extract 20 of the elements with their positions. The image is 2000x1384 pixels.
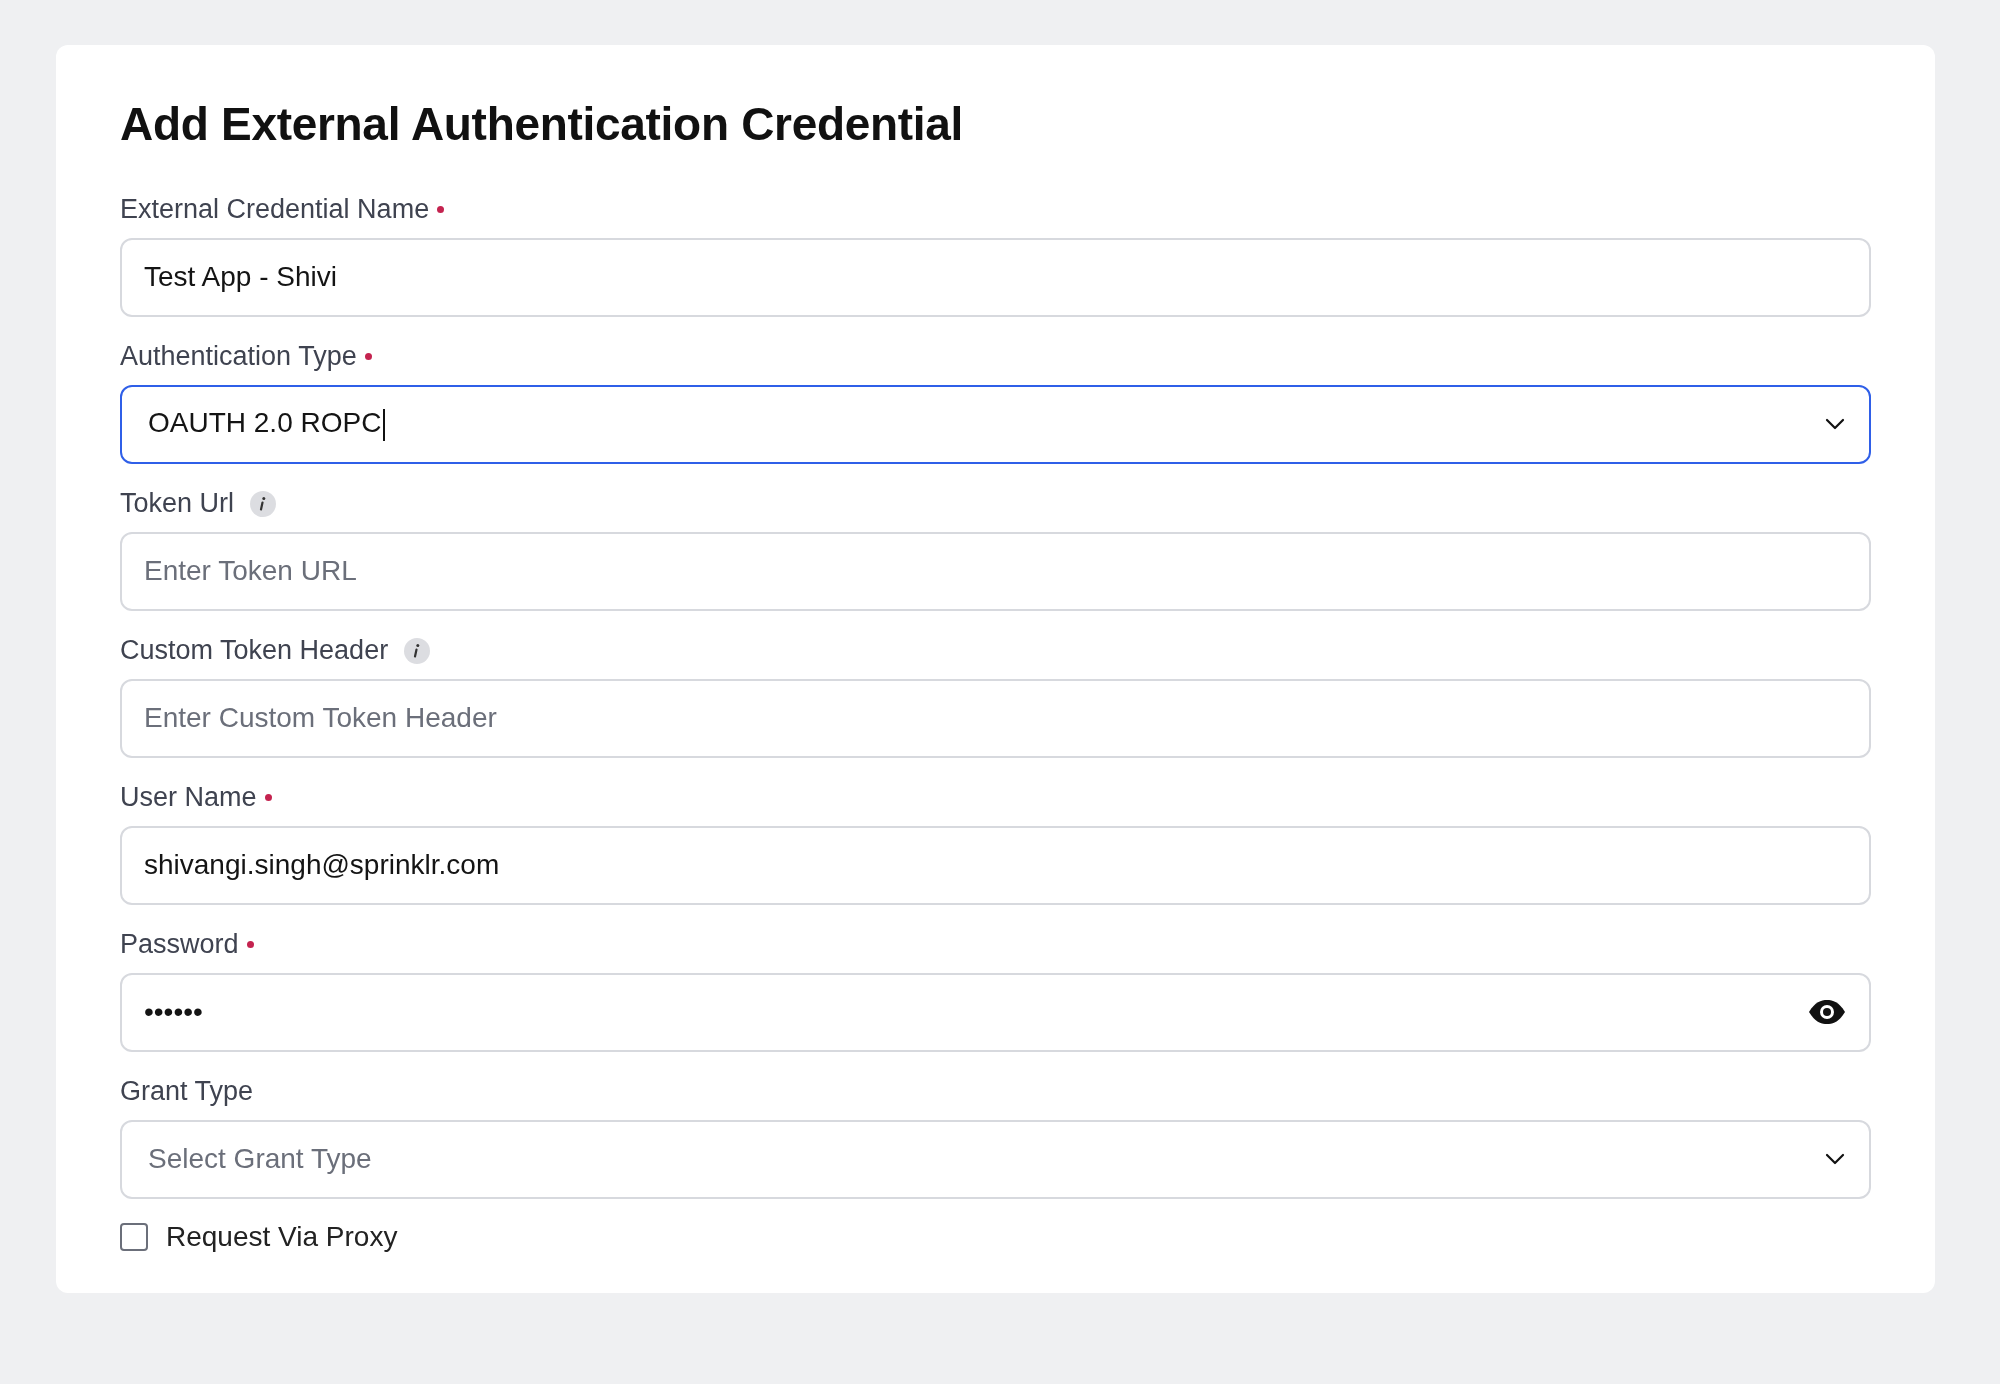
- field-label: Authentication Type: [120, 341, 357, 373]
- field-label: Token Url: [120, 488, 235, 520]
- info-icon[interactable]: [404, 637, 431, 664]
- info-icon[interactable]: [250, 490, 277, 517]
- input-field[interactable]: Enter Custom Token Header: [120, 678, 1871, 758]
- input-field[interactable]: Enter Token URL: [120, 531, 1871, 611]
- checkbox-label: Request Via Proxy: [166, 1220, 398, 1253]
- eye-icon[interactable]: [1807, 998, 1847, 1027]
- select-field[interactable]: Select Grant Type: [120, 1119, 1871, 1199]
- input-field[interactable]: Test App - Shivi: [120, 237, 1871, 317]
- field-label: User Name: [120, 782, 257, 814]
- select-field[interactable]: OAUTH 2.0 ROPC: [120, 384, 1871, 464]
- field-label: External Credential Name: [120, 194, 430, 226]
- field-label: Custom Token Header: [120, 635, 389, 667]
- input-field[interactable]: shivangi.singh@sprinklr.com: [120, 825, 1871, 905]
- password-field[interactable]: ••••••: [120, 972, 1871, 1052]
- field-label: Password: [120, 929, 239, 961]
- field-label: Grant Type: [120, 1076, 254, 1108]
- form-title: Add External Authentication Credential: [120, 99, 965, 150]
- checkbox[interactable]: [120, 1222, 148, 1251]
